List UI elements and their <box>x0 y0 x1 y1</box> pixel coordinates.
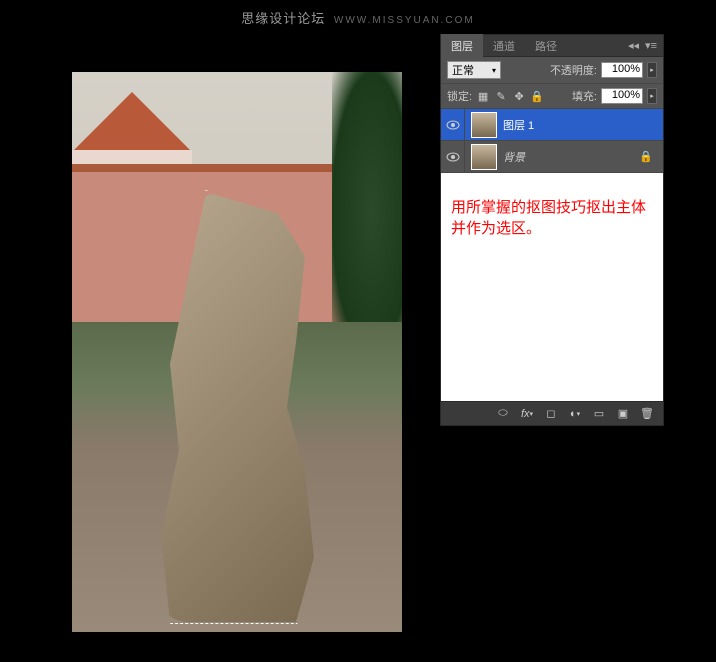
lock-position-icon[interactable]: ✥ <box>512 90 526 103</box>
watermark-text: 思缘设计论坛 <box>241 11 325 26</box>
fill-input[interactable]: 100% <box>601 88 643 104</box>
fill-label: 填充: <box>572 88 597 104</box>
eye-icon <box>446 152 460 162</box>
blend-mode-value: 正常 <box>452 62 474 78</box>
layer-name[interactable]: 背景 <box>503 149 525 165</box>
lock-label: 锁定: <box>447 88 472 104</box>
adjustment-layer-icon[interactable]: ◐▾ <box>567 406 583 422</box>
canvas-tree <box>332 72 402 352</box>
visibility-toggle[interactable] <box>441 141 465 172</box>
lock-icon: 🔒 <box>639 150 653 163</box>
visibility-toggle[interactable] <box>441 109 465 140</box>
tab-paths[interactable]: 路径 <box>525 34 567 58</box>
opacity-input[interactable]: 100% <box>601 62 643 78</box>
layer-mask-icon[interactable]: ◻ <box>543 406 559 422</box>
blend-mode-dropdown[interactable]: 正常 ▾ <box>447 61 501 79</box>
layer-row[interactable]: 背景 🔒 <box>441 141 663 173</box>
watermark-url: WWW.MISSYUAN.COM <box>334 15 475 26</box>
layer-name[interactable]: 图层 1 <box>503 117 534 133</box>
watermark: 思缘设计论坛 WWW.MISSYUAN.COM <box>241 8 475 27</box>
canvas[interactable] <box>72 72 402 632</box>
tab-layers[interactable]: 图层 <box>441 34 483 58</box>
group-icon[interactable]: ▭ <box>591 406 607 422</box>
instruction-text: 用所掌握的抠图技巧抠出主体并作为选区。 <box>441 173 663 401</box>
new-layer-icon[interactable]: ▣ <box>615 406 631 422</box>
panel-tabs: 图层 通道 路径 ◂◂ ▾≡ <box>441 35 663 57</box>
lock-transparent-icon[interactable]: ▦ <box>476 90 490 103</box>
link-layers-icon[interactable]: ⬭ <box>495 406 511 422</box>
panel-collapse-icon[interactable]: ◂◂ <box>628 39 639 52</box>
layer-row[interactable]: 图层 1 <box>441 109 663 141</box>
layers-panel: 图层 通道 路径 ◂◂ ▾≡ 正常 ▾ 不透明度: 100% ▸ 锁定: ▦ ✎… <box>440 34 664 426</box>
lock-pixels-icon[interactable]: ✎ <box>494 90 508 103</box>
layer-thumbnail[interactable] <box>471 112 497 138</box>
layers-list: 图层 1 背景 🔒 <box>441 109 663 173</box>
fill-stepper[interactable]: ▸ <box>647 88 657 104</box>
opacity-label: 不透明度: <box>550 62 597 78</box>
layer-thumbnail[interactable] <box>471 144 497 170</box>
chevron-down-icon: ▾ <box>492 66 496 75</box>
opacity-stepper[interactable]: ▸ <box>647 62 657 78</box>
tab-channels[interactable]: 通道 <box>483 34 525 58</box>
eye-icon <box>446 120 460 130</box>
trash-icon[interactable]: 🗑 <box>639 406 655 422</box>
panel-footer: ⬭ fx▾ ◻ ◐▾ ▭ ▣ 🗑 <box>441 401 663 425</box>
blend-opacity-row: 正常 ▾ 不透明度: 100% ▸ <box>441 57 663 84</box>
fx-icon[interactable]: fx▾ <box>519 406 535 422</box>
lock-all-icon[interactable]: 🔒 <box>530 90 544 103</box>
lock-fill-row: 锁定: ▦ ✎ ✥ 🔒 填充: 100% ▸ <box>441 84 663 109</box>
lock-buttons: ▦ ✎ ✥ 🔒 <box>476 90 544 103</box>
panel-menu-icon[interactable]: ▾≡ <box>645 39 657 52</box>
